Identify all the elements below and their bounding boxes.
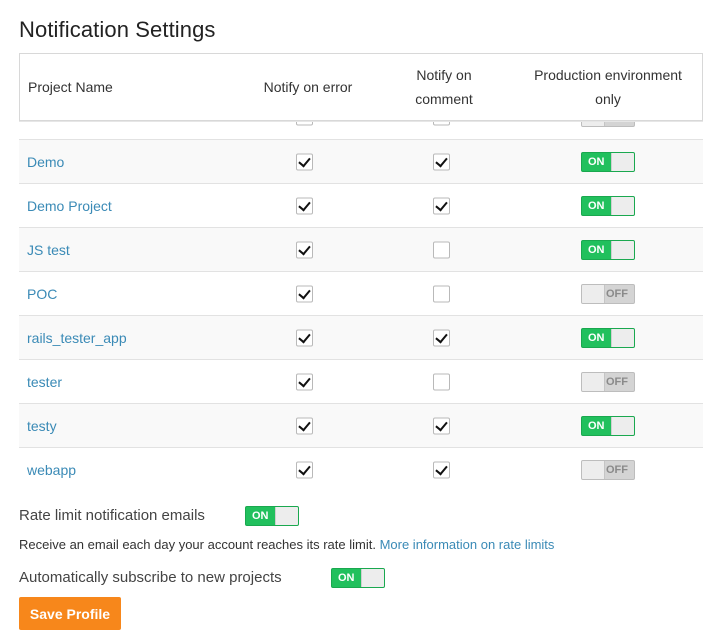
notify-on-comment-checkbox[interactable] xyxy=(433,241,450,258)
notify-on-error-checkbox[interactable] xyxy=(296,461,313,478)
project-name-link[interactable]: tester xyxy=(27,374,62,390)
toggle-on-label: ON xyxy=(338,572,355,584)
toggle-on-label: ON xyxy=(588,331,605,344)
production-only-toggle[interactable]: OFF xyxy=(581,371,635,392)
notify-on-error-checkbox[interactable] xyxy=(296,153,313,170)
column-header-notify-on-error: Notify on error xyxy=(263,79,353,95)
production-only-toggle[interactable]: ON xyxy=(581,415,635,436)
checkmark-icon xyxy=(298,418,311,431)
auto-subscribe-label: Automatically subscribe to new projects xyxy=(19,569,282,586)
checkmark-icon xyxy=(435,462,448,475)
table-row: Demo Project ON xyxy=(19,184,703,228)
toggle-off-label: OFF xyxy=(606,287,628,300)
notify-on-comment-checkbox[interactable] xyxy=(433,285,450,302)
checkmark-icon xyxy=(298,286,311,299)
notify-on-error-checkbox[interactable] xyxy=(296,197,313,214)
column-header-production-only-text: Production environment only xyxy=(534,67,682,107)
checkmark-icon xyxy=(298,374,311,387)
toggle-on-label: ON xyxy=(252,510,269,522)
column-header-notify-on-comment-text: Notify on comment xyxy=(415,67,473,107)
notify-on-error-checkbox[interactable] xyxy=(296,329,313,346)
checkmark-icon xyxy=(435,418,448,431)
table-row: POC OFF xyxy=(19,272,703,316)
checkmark-icon xyxy=(298,198,311,211)
table-row: JS test ON xyxy=(19,228,703,272)
toggle-knob xyxy=(275,507,298,525)
notify-on-comment-checkbox[interactable] xyxy=(433,153,450,170)
toggle-knob xyxy=(611,416,634,435)
project-name-link[interactable]: Demo Project xyxy=(27,198,112,214)
toggle-knob xyxy=(611,152,634,171)
notify-on-comment-checkbox[interactable] xyxy=(433,461,450,478)
checkmark-icon xyxy=(435,198,448,211)
rate-limit-help: Receive an email each day your account r… xyxy=(19,537,554,552)
production-only-toggle[interactable]: ON xyxy=(581,239,635,260)
toggle-knob xyxy=(611,328,634,347)
toggle-knob xyxy=(611,196,634,215)
project-name-link[interactable]: webapp xyxy=(27,462,76,478)
column-header-notify-on-comment: Notify on comment xyxy=(374,54,514,120)
checkmark-icon xyxy=(435,330,448,343)
toggle-on-label: ON xyxy=(588,199,605,212)
projects-table-body: Airbrake ProductionOFFDemoONDemo Project… xyxy=(19,95,703,490)
toggle-off-label: OFF xyxy=(606,375,628,388)
notify-on-error-checkbox[interactable] xyxy=(296,417,313,434)
table-row: Demo ON xyxy=(19,140,703,184)
save-profile-button[interactable]: Save Profile xyxy=(19,597,121,630)
project-name-link[interactable]: testy xyxy=(27,418,57,434)
toggle-knob xyxy=(582,460,605,479)
notify-on-comment-checkbox[interactable] xyxy=(433,417,450,434)
toggle-knob xyxy=(611,240,634,259)
rate-limit-toggle[interactable]: ON xyxy=(245,506,299,526)
production-only-toggle[interactable]: OFF xyxy=(581,283,635,304)
checkmark-icon xyxy=(298,154,311,167)
table-row: testy ON xyxy=(19,404,703,448)
toggle-knob xyxy=(361,569,384,587)
production-only-toggle[interactable]: ON xyxy=(581,151,635,172)
rate-limit-info-link[interactable]: More information on rate limits xyxy=(380,537,555,552)
project-name-link[interactable]: POC xyxy=(27,286,57,302)
notify-on-error-checkbox[interactable] xyxy=(296,373,313,390)
page-title: Notification Settings xyxy=(19,17,216,42)
toggle-on-label: ON xyxy=(588,243,605,256)
table-row: rails_tester_app ON xyxy=(19,316,703,360)
checkmark-icon xyxy=(298,462,311,475)
project-name-link[interactable]: Demo xyxy=(27,154,64,170)
checkmark-icon xyxy=(298,330,311,343)
checkmark-icon xyxy=(298,242,311,255)
production-only-toggle[interactable]: ON xyxy=(581,195,635,216)
notify-on-comment-checkbox[interactable] xyxy=(433,329,450,346)
notify-on-comment-checkbox[interactable] xyxy=(433,373,450,390)
production-only-toggle[interactable]: ON xyxy=(581,327,635,348)
table-header: Project Name Notify on error Notify on c… xyxy=(19,53,703,121)
notify-on-error-checkbox[interactable] xyxy=(296,285,313,302)
toggle-off-label: OFF xyxy=(606,463,628,476)
column-header-project-name: Project Name xyxy=(28,79,113,95)
toggle-on-label: ON xyxy=(588,155,605,168)
notify-on-error-checkbox[interactable] xyxy=(296,241,313,258)
rate-limit-label: Rate limit notification emails xyxy=(19,507,205,524)
production-only-toggle[interactable]: OFF xyxy=(581,459,635,480)
projects-table: Airbrake ProductionOFFDemoONDemo Project… xyxy=(19,53,703,490)
checkmark-icon xyxy=(435,154,448,167)
notify-on-comment-checkbox[interactable] xyxy=(433,197,450,214)
auto-subscribe-toggle[interactable]: ON xyxy=(331,568,385,588)
toggle-knob xyxy=(582,284,605,303)
toggle-knob xyxy=(582,372,605,391)
column-header-production-only: Production environment only xyxy=(518,54,698,120)
table-row: webapp OFF xyxy=(19,448,703,490)
table-row: tester OFF xyxy=(19,360,703,404)
project-name-link[interactable]: rails_tester_app xyxy=(27,330,127,346)
toggle-on-label: ON xyxy=(588,419,605,432)
project-name-link[interactable]: JS test xyxy=(27,242,70,258)
rate-limit-help-text: Receive an email each day your account r… xyxy=(19,537,376,552)
